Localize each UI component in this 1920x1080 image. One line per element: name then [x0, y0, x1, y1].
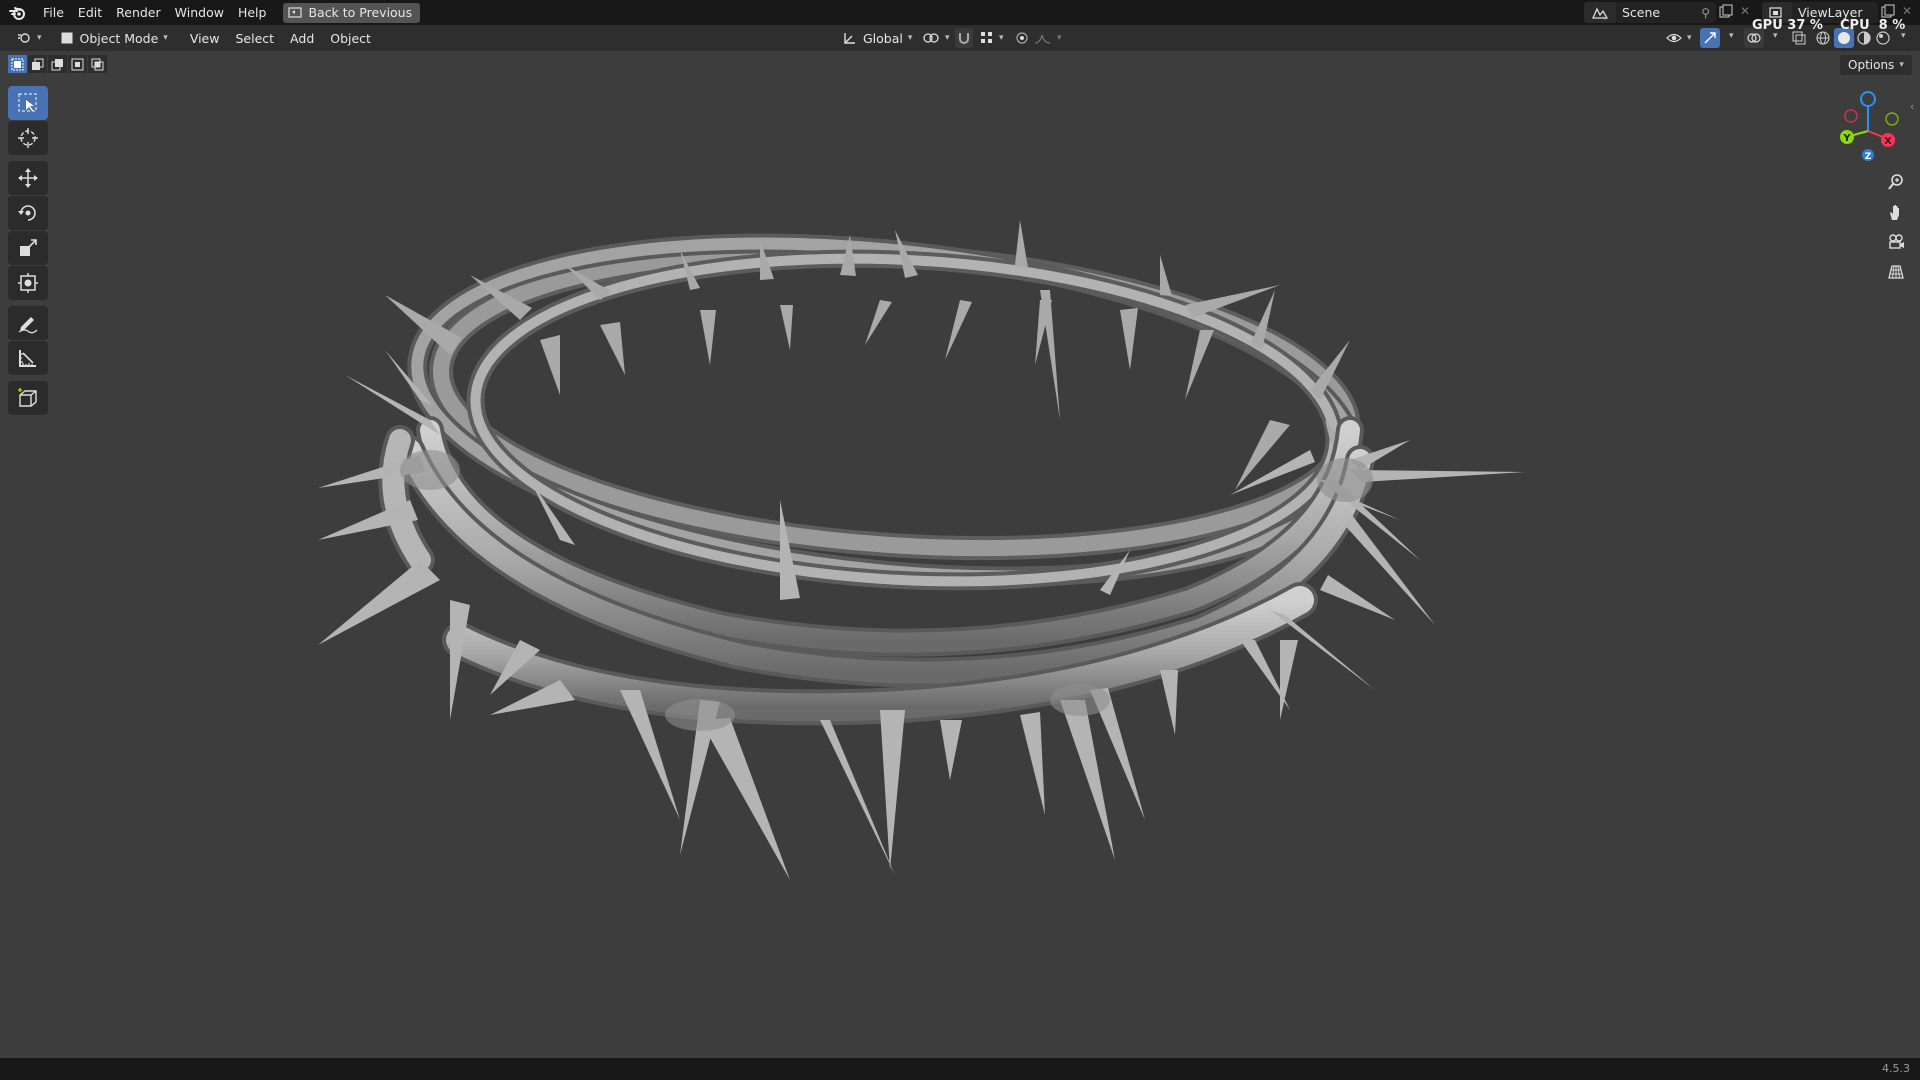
gpu-usage: GPU 37 % — [1752, 18, 1823, 33]
scene-name-field[interactable]: Scene ⚲ — [1616, 2, 1716, 23]
gizmo-icon — [1704, 32, 1716, 44]
object-mode-icon — [61, 32, 73, 44]
chevron-down-icon: ▾ — [37, 33, 42, 43]
viewport-3d[interactable] — [0, 51, 1920, 1058]
viewport-header: ▾ Object Mode ▾ View Select Add Object G… — [0, 25, 1920, 51]
delete-view-layer-icon[interactable]: ✕ — [1902, 4, 1912, 18]
chevron-down-icon: ▾ — [163, 33, 168, 43]
magnet-icon — [959, 33, 969, 44]
mode-label: Object Mode — [79, 30, 159, 46]
chevron-down-icon: ▾ — [907, 33, 913, 43]
status-bar: 4.5.3 — [0, 1058, 1920, 1080]
scene-type-button[interactable] — [1584, 2, 1616, 23]
blender-logo-icon[interactable] — [0, 0, 36, 25]
top-menu-bar: File Edit Render Window Help Back to Pre… — [0, 0, 1920, 25]
scene-name-text: Scene — [1622, 5, 1661, 20]
mode-selector[interactable]: Object Mode ▾ — [53, 28, 174, 48]
gizmo-toggle[interactable] — [1700, 28, 1720, 48]
cpu-usage: CPU 8 % — [1840, 18, 1906, 33]
eye-icon — [1666, 33, 1682, 43]
menu-file[interactable]: File — [36, 0, 71, 25]
menu-edit[interactable]: Edit — [71, 0, 109, 25]
chevron-down-icon: ▾ — [1687, 33, 1692, 43]
scene-icon — [1591, 6, 1609, 20]
chevron-down-icon: ▾ — [945, 33, 950, 43]
chevron-down-icon[interactable]: ▾ — [1729, 31, 1734, 41]
transform-orientation-selector[interactable]: Global ▾ — [836, 28, 918, 48]
pin-icon[interactable]: ⚲ — [1701, 6, 1710, 20]
version-label: 4.5.3 — [1882, 1062, 1910, 1075]
new-scene-icon[interactable] — [1718, 4, 1734, 20]
editor-type-icon — [18, 33, 30, 43]
orientation-icon — [844, 33, 855, 44]
menu-render[interactable]: Render — [109, 0, 168, 25]
rendered-sphere-icon — [1876, 31, 1890, 45]
menu-add[interactable]: Add — [284, 28, 320, 48]
menu-window[interactable]: Window — [168, 0, 231, 25]
proportional-edit-toggle[interactable] — [1014, 29, 1030, 47]
wireframe-sphere-icon — [1816, 31, 1830, 45]
menu-help[interactable]: Help — [231, 0, 274, 25]
material-sphere-icon — [1857, 31, 1871, 45]
snap-toggle[interactable] — [955, 28, 973, 48]
editor-type-button[interactable]: ▾ — [10, 28, 48, 48]
overlay-icon — [1747, 33, 1761, 43]
chevron-down-icon: ▾ — [999, 33, 1004, 43]
falloff-icon — [1034, 34, 1051, 44]
delete-scene-icon[interactable]: ✕ — [1740, 4, 1750, 18]
pivot-icon — [923, 33, 939, 43]
screen-icon — [288, 6, 303, 18]
menu-select[interactable]: Select — [229, 28, 280, 48]
back-to-previous-label: Back to Previous — [308, 5, 413, 20]
snap-grid-icon — [981, 32, 992, 43]
solid-sphere-icon — [1838, 32, 1850, 44]
proportional-edit-icon — [1016, 32, 1028, 44]
crown-of-thorns-mesh — [318, 220, 1525, 880]
back-to-previous-button[interactable]: Back to Previous — [283, 2, 421, 23]
visibility-selector[interactable]: ▾ — [1660, 28, 1698, 48]
falloff-selector[interactable]: ▾ — [1034, 29, 1062, 47]
snap-target-selector[interactable]: ▾ — [974, 28, 1010, 48]
chevron-down-icon: ▾ — [1057, 33, 1062, 43]
menu-view[interactable]: View — [184, 28, 226, 48]
orientation-label: Global — [863, 30, 903, 46]
menu-object[interactable]: Object — [324, 28, 377, 48]
xray-icon — [1792, 31, 1806, 45]
pivot-point-selector[interactable]: ▾ — [916, 28, 956, 48]
